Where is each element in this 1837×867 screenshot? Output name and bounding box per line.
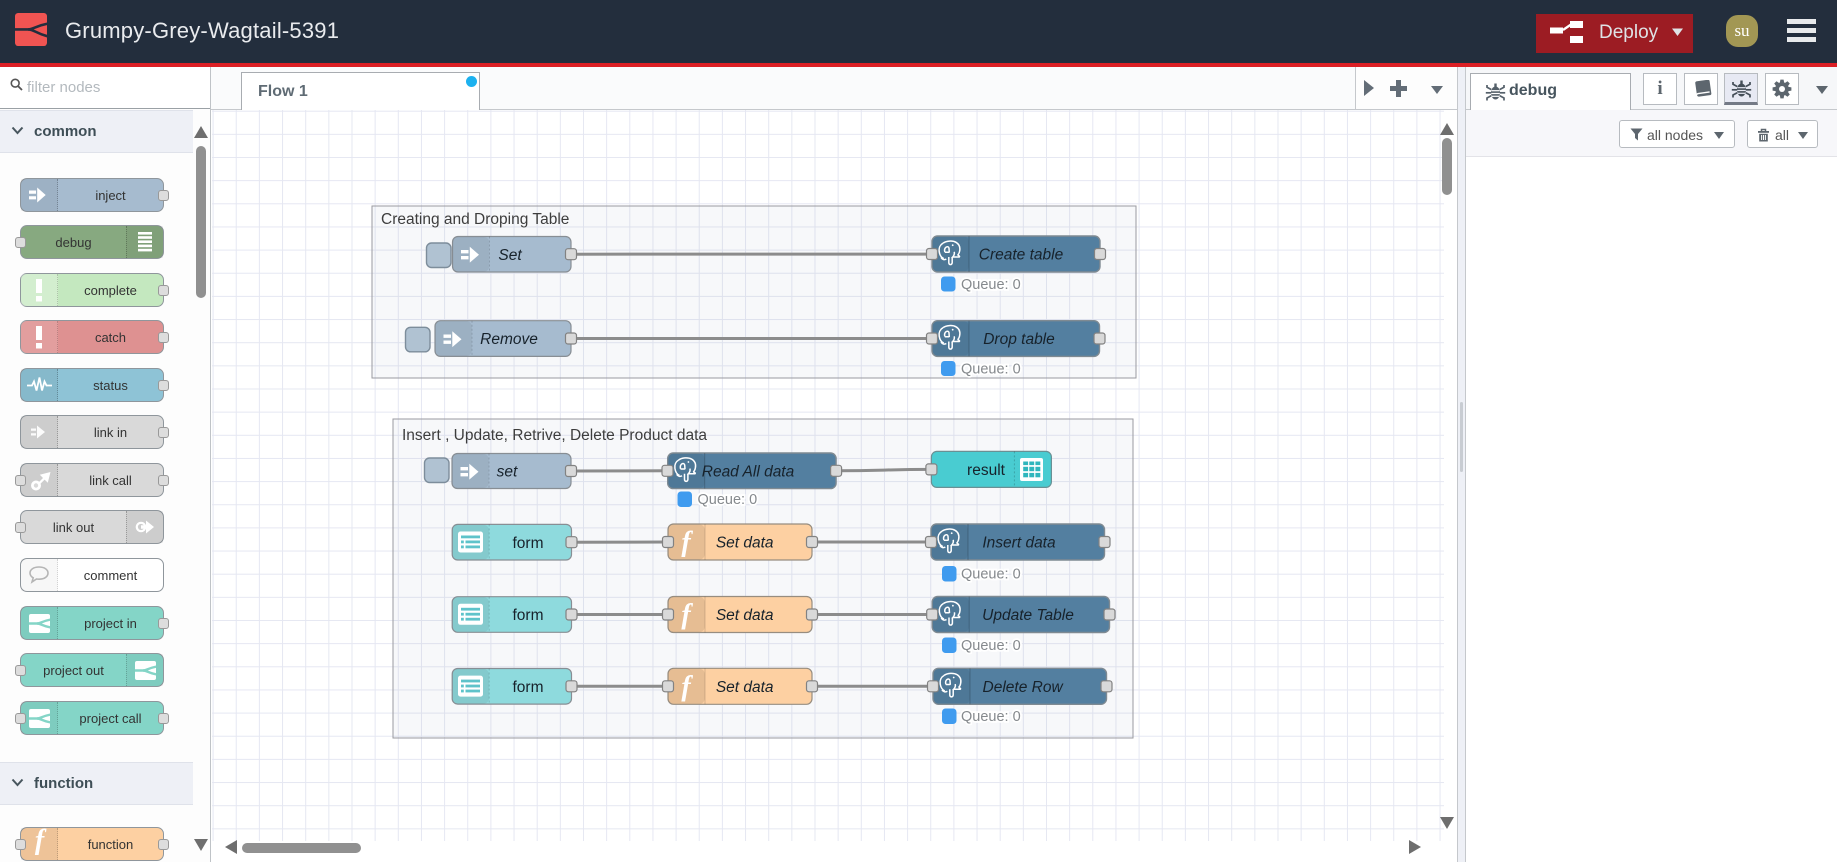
svg-text:Set data: Set data bbox=[716, 679, 774, 696]
svg-text:Set data: Set data bbox=[716, 607, 774, 624]
svg-text:Drop table: Drop table bbox=[983, 331, 1055, 348]
svg-text:Queue: 0: Queue: 0 bbox=[961, 638, 1021, 654]
svg-text:Read All data: Read All data bbox=[702, 463, 795, 480]
svg-text:form: form bbox=[513, 535, 544, 552]
svg-text:Queue: 0: Queue: 0 bbox=[961, 362, 1021, 378]
svg-text:Queue: 0: Queue: 0 bbox=[961, 277, 1021, 293]
svg-text:form: form bbox=[513, 679, 544, 696]
svg-text:Insert , Update, Retrive, Dele: Insert , Update, Retrive, Delete Product… bbox=[402, 427, 707, 444]
svg-text:form: form bbox=[513, 607, 544, 624]
svg-text:Create table: Create table bbox=[979, 247, 1064, 264]
svg-text:Queue: 0: Queue: 0 bbox=[961, 709, 1021, 725]
svg-text:Delete Row: Delete Row bbox=[983, 679, 1065, 696]
svg-text:Queue: 0: Queue: 0 bbox=[698, 492, 758, 508]
svg-text:Queue: 0: Queue: 0 bbox=[961, 567, 1021, 583]
svg-text:Set data: Set data bbox=[716, 535, 774, 552]
svg-text:Insert data: Insert data bbox=[982, 535, 1056, 552]
svg-text:set: set bbox=[497, 464, 518, 481]
svg-text:Set: Set bbox=[498, 247, 522, 264]
svg-text:Remove: Remove bbox=[480, 331, 538, 348]
svg-text:Update Table: Update Table bbox=[982, 607, 1074, 624]
svg-text:Creating and Droping Table: Creating and Droping Table bbox=[381, 211, 569, 228]
svg-text:result: result bbox=[967, 462, 1006, 479]
